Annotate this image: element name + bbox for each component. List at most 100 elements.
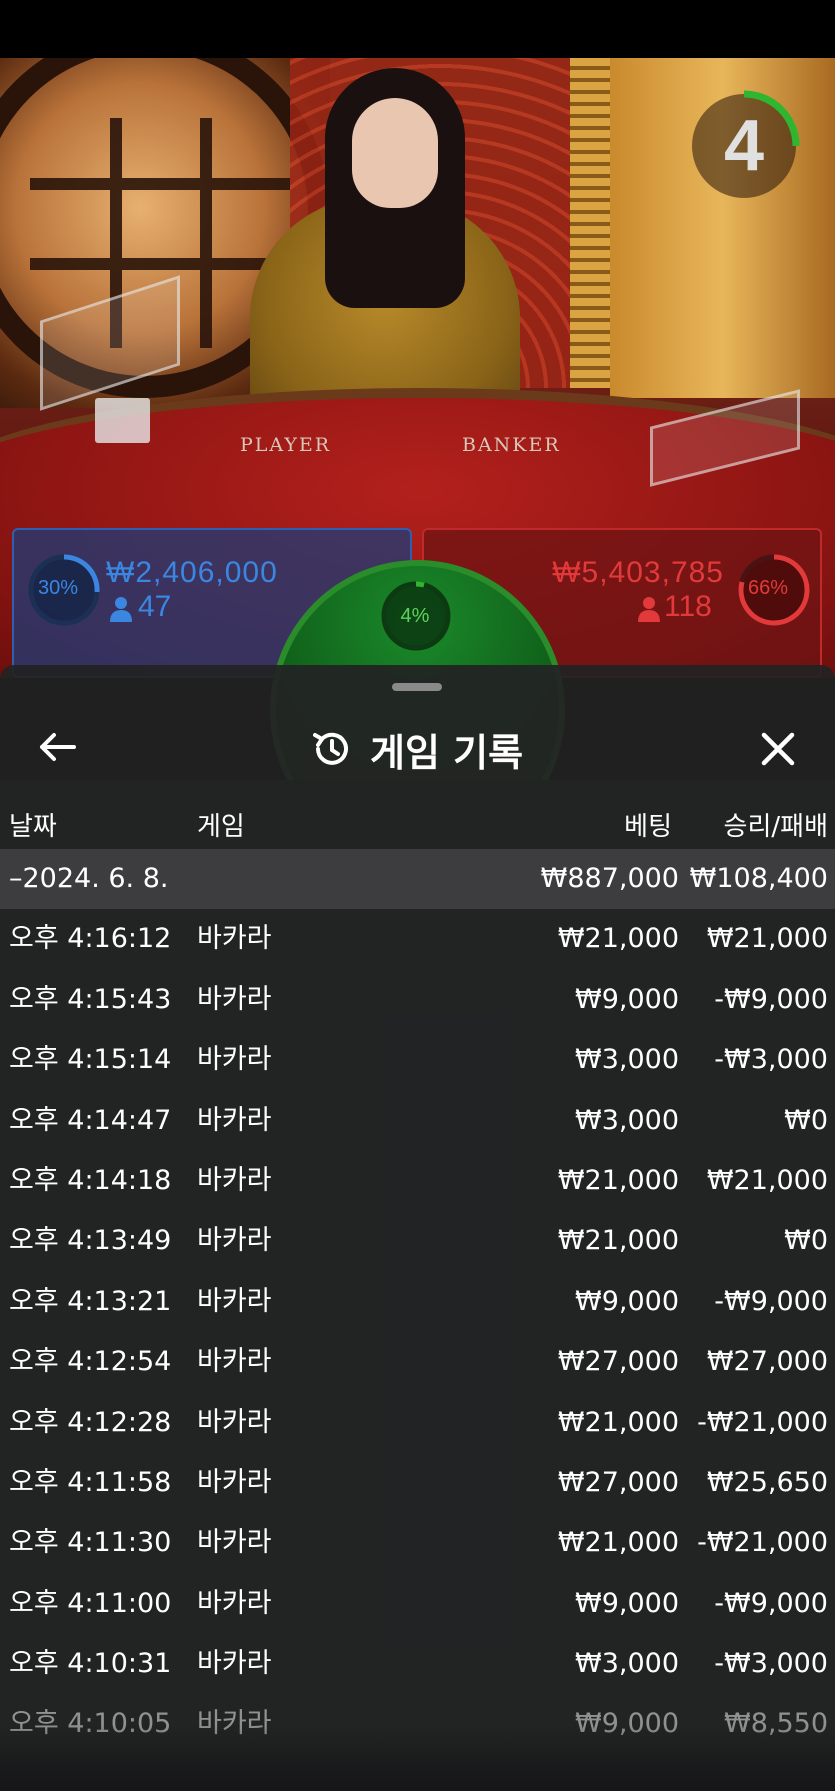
summary-date: –2024. 6. 8. (9, 863, 169, 894)
person-icon (110, 597, 132, 622)
row-bet: ₩21,000 (557, 1406, 679, 1438)
player-count: 47 (138, 590, 172, 623)
row-result: -₩21,000 (697, 1527, 828, 1559)
row-bet: ₩21,000 (557, 1164, 679, 1196)
person-icon (638, 597, 660, 622)
row-result: -₩3,000 (714, 1044, 828, 1076)
drag-handle[interactable] (392, 683, 442, 691)
banker-count: 118 (664, 590, 712, 623)
row-result: ₩0 (784, 1225, 828, 1257)
player-amount: ₩2,406,000 (106, 556, 278, 589)
row-game: 바카라 (197, 1466, 272, 1498)
row-bet: ₩27,000 (557, 1346, 679, 1378)
history-row[interactable]: 오후 4:11:58 바카라 ₩27,000 ₩25,650 (0, 1453, 835, 1513)
history-row[interactable]: 오후 4:12:54 바카라 ₩27,000 ₩27,000 (0, 1332, 835, 1392)
row-result: ₩21,000 (706, 1164, 828, 1196)
history-row[interactable]: 오후 4:14:18 바카라 ₩21,000 ₩21,000 (0, 1151, 835, 1211)
row-time: 오후 4:15:14 (9, 1044, 172, 1076)
sheet-header: 게임 기록 (0, 695, 835, 805)
row-bet: ₩3,000 (575, 1104, 679, 1136)
row-result: ₩0 (784, 1104, 828, 1136)
row-bet: ₩9,000 (575, 983, 679, 1015)
row-game: 바카라 (197, 1587, 272, 1619)
banker-percent: 66% (748, 577, 789, 599)
row-game: 바카라 (197, 1346, 272, 1378)
history-row[interactable]: 오후 4:13:21 바카라 ₩9,000 -₩9,000 (0, 1272, 835, 1332)
row-bet: ₩21,000 (557, 1225, 679, 1257)
row-time: 오후 4:14:47 (9, 1104, 172, 1136)
countdown-timer: 4 (684, 86, 804, 206)
row-time: 오후 4:13:49 (9, 1225, 172, 1257)
date-summary-row[interactable]: –2024. 6. 8. ₩887,000 ₩108,400 (0, 849, 835, 910)
row-game: 바카라 (197, 1648, 272, 1680)
history-row[interactable]: 오후 4:11:30 바카라 ₩21,000 -₩21,000 (0, 1513, 835, 1573)
tie-percent: 4% (400, 605, 430, 627)
row-game: 바카라 (197, 1044, 272, 1076)
column-header-bet: 베팅 (624, 812, 672, 842)
summary-result: ₩108,400 (689, 863, 828, 894)
row-game: 바카라 (197, 1527, 272, 1559)
row-result: -₩21,000 (697, 1406, 828, 1438)
close-button[interactable] (748, 719, 808, 779)
player-percent: 30% (38, 577, 79, 599)
row-time: 오후 4:11:30 (9, 1527, 172, 1559)
row-time: 오후 4:12:28 (9, 1406, 172, 1438)
close-icon (761, 732, 795, 766)
row-game: 바카라 (197, 1225, 272, 1257)
list-fade (0, 1725, 835, 1791)
history-row[interactable]: 오후 4:13:49 바카라 ₩21,000 ₩0 (0, 1211, 835, 1271)
row-game: 바카라 (197, 1104, 272, 1136)
row-game: 바카라 (197, 1285, 272, 1317)
dealer-face (352, 98, 438, 208)
history-row[interactable]: 오후 4:12:28 바카라 ₩21,000 -₩21,000 (0, 1393, 835, 1453)
row-time: 오후 4:10:31 (9, 1648, 172, 1680)
row-time: 오후 4:16:12 (9, 923, 172, 955)
history-row[interactable]: 오후 4:14:47 바카라 ₩3,000 ₩0 (0, 1091, 835, 1151)
timer-value: 4 (723, 106, 765, 186)
row-time: 오후 4:11:00 (9, 1587, 172, 1619)
history-icon (313, 732, 348, 765)
arrow-left-icon (40, 733, 76, 761)
row-time: 오후 4:11:58 (9, 1466, 172, 1498)
sheet-title-group: 게임 기록 (310, 721, 523, 777)
row-result: ₩27,000 (706, 1346, 828, 1378)
row-game: 바카라 (197, 1406, 272, 1438)
history-row[interactable]: 오후 4:10:31 바카라 ₩3,000 -₩3,000 (0, 1634, 835, 1694)
card-stack (95, 398, 150, 443)
row-game: 바카라 (197, 983, 272, 1015)
column-header-result: 승리/패배 (723, 812, 828, 842)
row-bet: ₩27,000 (557, 1466, 679, 1498)
status-bar (0, 0, 835, 58)
row-bet: ₩3,000 (575, 1648, 679, 1680)
row-result: -₩9,000 (714, 1587, 828, 1619)
row-time: 오후 4:14:18 (9, 1164, 172, 1196)
row-game: 바카라 (197, 923, 272, 955)
game-history-sheet: 게임 기록 날짜 게임 베팅 승리/패배 –2024. 6. 8. ₩887,0… (0, 665, 835, 1791)
row-result: -₩9,000 (714, 1285, 828, 1317)
row-result: -₩9,000 (714, 983, 828, 1015)
history-row[interactable]: 오후 4:15:43 바카라 ₩9,000 -₩9,000 (0, 970, 835, 1030)
history-row[interactable]: 오후 4:15:14 바카라 ₩3,000 -₩3,000 (0, 1030, 835, 1090)
table-label-player: PLAYER (240, 434, 332, 456)
row-bet: ₩21,000 (557, 923, 679, 955)
row-time: 오후 4:15:43 (9, 983, 172, 1015)
row-bet: ₩21,000 (557, 1527, 679, 1559)
gold-pillar (570, 58, 610, 388)
sheet-title: 게임 기록 (370, 730, 524, 775)
column-header-date: 날짜 (9, 812, 57, 842)
row-result: ₩25,650 (706, 1466, 828, 1498)
summary-bet: ₩887,000 (540, 863, 679, 894)
history-row[interactable]: 오후 4:16:12 바카라 ₩21,000 ₩21,000 (0, 909, 835, 969)
row-bet: ₩9,000 (575, 1587, 679, 1619)
back-button[interactable] (30, 719, 86, 775)
column-header-game: 게임 (197, 812, 245, 842)
row-time: 오후 4:13:21 (9, 1285, 172, 1317)
history-table: –2024. 6. 8. ₩887,000 ₩108,400 오후 4:16:1… (0, 849, 835, 1755)
row-result: -₩3,000 (714, 1648, 828, 1680)
row-bet: ₩9,000 (575, 1285, 679, 1317)
history-row[interactable]: 오후 4:11:00 바카라 ₩9,000 -₩9,000 (0, 1574, 835, 1634)
row-game: 바카라 (197, 1164, 272, 1196)
banker-amount: ₩5,403,785 (552, 556, 724, 589)
row-result: ₩21,000 (706, 923, 828, 955)
row-time: 오후 4:12:54 (9, 1346, 172, 1378)
